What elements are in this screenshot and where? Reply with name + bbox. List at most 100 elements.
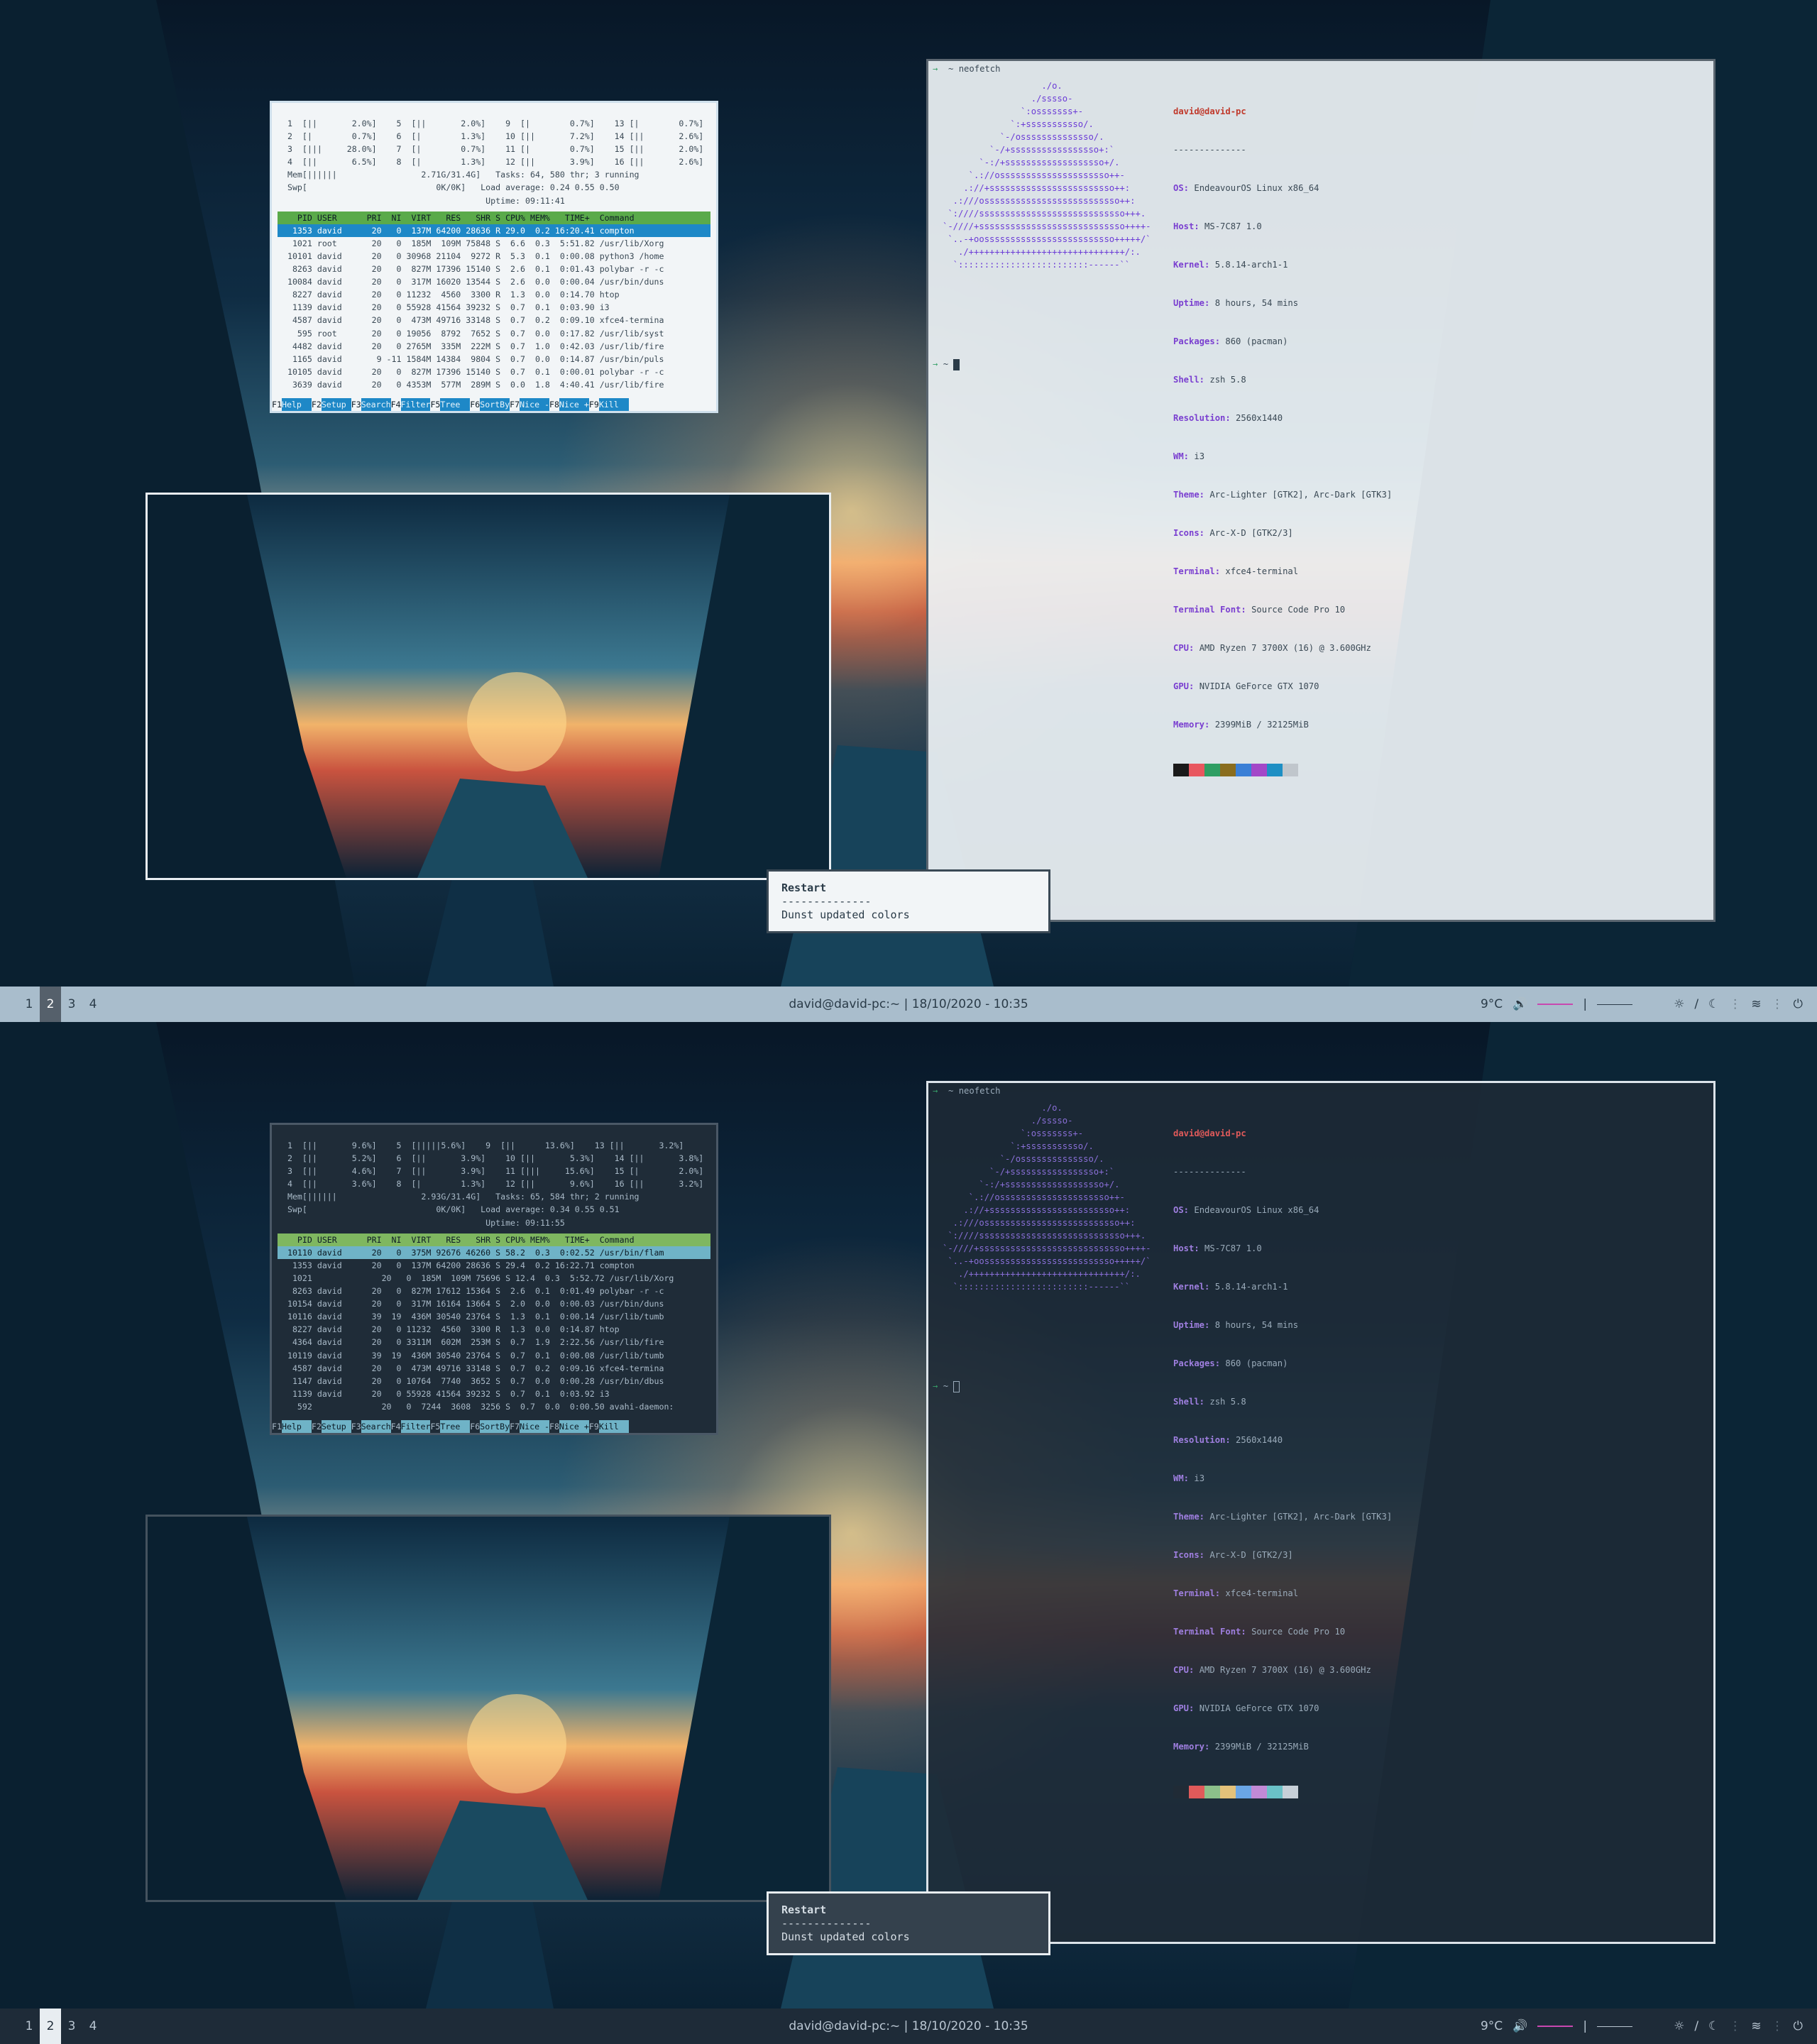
volume-icon[interactable]: 🔊 [1513,997,1527,1011]
f4-key[interactable]: F4 [390,1420,401,1433]
process-row[interactable]: 3639 david 20 0 4353M 577M 289M S 0.0 1.… [278,378,710,391]
wifi-icon[interactable]: ≋ [1751,2019,1761,2033]
notification-popup[interactable]: Restart -------------- Dunst updated col… [767,869,1050,933]
power-icon[interactable]: ⏻ [1794,997,1803,1011]
nice-minus-button[interactable]: Nice - [520,1420,550,1433]
f9-key[interactable]: F9 [588,398,599,411]
date-time[interactable]: 18/10/2020 - 10:35 [912,997,1028,1011]
process-row[interactable]: 10154 david 20 0 317M 16164 13664 S 2.0 … [278,1297,710,1310]
volume-icon[interactable]: 🔊 [1513,2019,1527,2033]
sortby-button[interactable]: SortBy [480,398,510,411]
info-shell: Shell: zsh 5.8 [1173,375,1246,385]
text-cursor [953,358,960,370]
f6-key[interactable]: F6 [470,1420,481,1433]
process-row[interactable]: 10116 david 39 19 436M 30540 23764 S 1.3… [278,1310,710,1323]
notification-body: Dunst updated colors [781,1930,910,1943]
terminal-window[interactable]: → ~ neofetch ./o. ./sssso- `:osssssss+- … [926,1081,1716,1944]
process-row[interactable]: 1021 20 0 185M 109M 75696 S 12.4 0.3 5:5… [278,1272,710,1285]
f2-key[interactable]: F2 [311,398,322,411]
process-row[interactable]: 10084 david 20 0 317M 16020 13544 S 2.6 … [278,275,710,288]
process-row[interactable]: 4587 david 20 0 473M 49716 33148 S 0.7 0… [278,1362,710,1375]
workspace-3-button[interactable]: 3 [61,987,82,1022]
sortby-button[interactable]: SortBy [480,1420,510,1433]
process-row[interactable]: 4482 david 20 0 2765M 335M 222M S 0.7 1.… [278,340,710,353]
date-time[interactable]: 18/10/2020 - 10:35 [912,2019,1028,2033]
process-row[interactable]: 1139 david 20 0 55928 41564 39232 S 0.7 … [278,301,710,314]
f3-key[interactable]: F3 [351,398,361,411]
setup-button[interactable]: Setup [321,398,351,411]
shell-prompt[interactable]: → ~ [933,1380,960,1392]
htop-window[interactable]: 1 [|| 2.0%] 5 [|| 2.0%] 9 [| 0.7%] 13 [|… [270,101,718,413]
help-button[interactable]: Help [281,398,312,411]
workspace-1-button[interactable]: 1 [18,2009,40,2044]
tree-button[interactable]: Tree [440,398,471,411]
night-mode-icon[interactable]: ☾ [1708,997,1719,1011]
kill-button[interactable]: Kill [598,398,629,411]
process-row[interactable]: 595 root 20 0 19056 8792 7652 S 0.7 0.0 … [278,327,710,340]
nice-plus-button[interactable]: Nice + [559,398,589,411]
process-row[interactable]: 1165 david 9 -11 1584M 14384 9804 S 0.7 … [278,353,710,366]
f5-key[interactable]: F5 [430,398,441,411]
help-button[interactable]: Help [281,1420,312,1433]
process-table-header[interactable]: PID USER PRI NI VIRT RES SHR S CPU% MEM%… [278,1233,710,1246]
f8-key[interactable]: F8 [549,1420,559,1433]
process-row-selected[interactable]: 1353 david 20 0 137M 64200 28636 R 29.0 … [278,224,710,237]
night-mode-icon[interactable]: ☾ [1708,2019,1719,2033]
image-viewer-window[interactable] [146,493,831,880]
workspace-2-button[interactable]: 2 [40,2009,61,2044]
search-button[interactable]: Search [361,398,391,411]
image-viewer-window[interactable] [146,1515,831,1902]
filter-button[interactable]: Filter [400,1420,431,1433]
process-row[interactable]: 1139 david 20 0 55928 41564 39232 S 0.7 … [278,1388,710,1400]
f5-key[interactable]: F5 [430,1420,441,1433]
f1-key[interactable]: F1 [272,398,282,411]
process-row-selected[interactable]: 10110 david 20 0 375M 92676 46260 S 58.2… [278,1246,710,1259]
process-row[interactable]: 4587 david 20 0 473M 49716 33148 S 0.7 0… [278,314,710,326]
nice-minus-button[interactable]: Nice - [520,398,550,411]
process-row[interactable]: 8227 david 20 0 11232 4560 3300 R 1.3 0.… [278,1323,710,1336]
process-row[interactable]: 1147 david 20 0 10764 7740 3652 S 0.7 0.… [278,1375,710,1388]
workspace-3-button[interactable]: 3 [61,2009,82,2044]
workspace-4-button[interactable]: 4 [82,2009,104,2044]
filter-button[interactable]: Filter [400,398,431,411]
volume-slider[interactable] [1537,1004,1574,1005]
process-row[interactable]: 4364 david 20 0 3311M 602M 253M S 0.7 1.… [278,1336,710,1348]
info-wm: WM: i3 [1173,451,1205,461]
notification-popup[interactable]: Restart -------------- Dunst updated col… [767,1891,1050,1955]
process-row[interactable]: 8227 david 20 0 11232 4560 3300 R 1.3 0.… [278,288,710,301]
volume-slider[interactable] [1537,2026,1574,2027]
brightness-icon[interactable]: ☼ [1674,997,1684,1011]
process-row[interactable]: 8263 david 20 0 827M 17396 15140 S 2.6 0… [278,263,710,275]
f7-key[interactable]: F7 [510,398,520,411]
process-row[interactable]: 10101 david 20 0 30968 21104 9272 R 5.3 … [278,250,710,263]
power-icon[interactable]: ⏻ [1794,2019,1803,2033]
tree-button[interactable]: Tree [440,1420,471,1433]
shell-prompt[interactable]: → ~ [933,358,960,370]
htop-window[interactable]: 1 [|| 9.6%] 5 [|||||5.6%] 9 [|| 13.6%] 1… [270,1123,718,1435]
f2-key[interactable]: F2 [311,1420,322,1433]
process-row[interactable]: 10105 david 20 0 827M 17396 15140 S 0.7 … [278,366,710,378]
f3-key[interactable]: F3 [351,1420,361,1433]
f8-key[interactable]: F8 [549,398,559,411]
process-row[interactable]: 8263 david 20 0 827M 17612 15364 S 2.6 0… [278,1285,710,1297]
process-row[interactable]: 1021 root 20 0 185M 109M 75848 S 6.6 0.3… [278,237,710,250]
terminal-window[interactable]: → ~ neofetch ./o. ./sssso- `:osssssss+- … [926,59,1716,922]
setup-button[interactable]: Setup [321,1420,351,1433]
nice-plus-button[interactable]: Nice + [559,1420,589,1433]
wifi-icon[interactable]: ≋ [1751,997,1761,1011]
workspace-2-button[interactable]: 2 [40,987,61,1022]
kill-button[interactable]: Kill [598,1420,629,1433]
workspace-4-button[interactable]: 4 [82,987,104,1022]
f6-key[interactable]: F6 [470,398,481,411]
brightness-icon[interactable]: ☼ [1674,2019,1684,2033]
workspace-1-button[interactable]: 1 [18,987,40,1022]
process-row[interactable]: 1353 david 20 0 137M 64200 28636 S 29.4 … [278,1259,710,1272]
process-row[interactable]: 592 20 0 7244 3608 3256 S 0.7 0.0 0:00.5… [278,1400,710,1413]
process-row[interactable]: 10119 david 39 19 436M 30540 23764 S 0.7… [278,1349,710,1362]
search-button[interactable]: Search [361,1420,391,1433]
f9-key[interactable]: F9 [588,1420,599,1433]
process-table-header[interactable]: PID USER PRI NI VIRT RES SHR S CPU% MEM%… [278,211,710,224]
f1-key[interactable]: F1 [272,1420,282,1433]
f4-key[interactable]: F4 [390,398,401,411]
f7-key[interactable]: F7 [510,1420,520,1433]
